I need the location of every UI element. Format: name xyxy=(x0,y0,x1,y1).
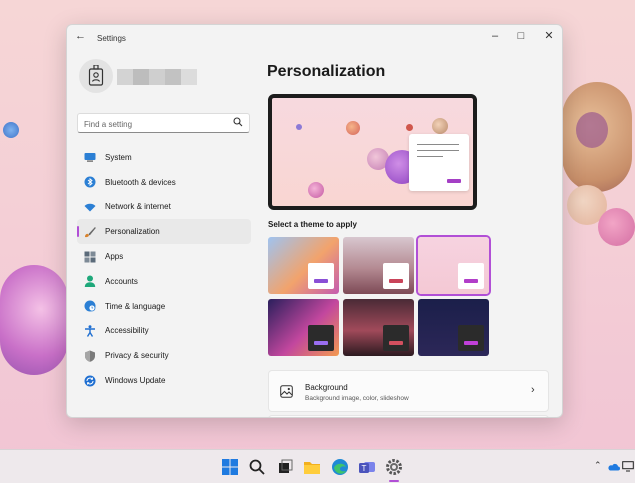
bluetooth-icon xyxy=(84,176,96,188)
sidebar-item-apps[interactable]: Apps xyxy=(77,244,251,269)
preview-window-sample xyxy=(409,134,469,191)
theme-button-sample xyxy=(314,279,328,283)
preview-planet xyxy=(296,124,302,130)
theme-button-sample xyxy=(389,341,403,345)
preview-line xyxy=(417,144,459,145)
theme-card-sample xyxy=(458,325,484,351)
settings-window: ← Settings – □ ✕ System Bluetooth & devi… xyxy=(66,24,563,418)
background-setting-title: Background xyxy=(305,383,348,392)
sidebar-nav: System Bluetooth & devices Network & int… xyxy=(77,145,251,393)
theme-tile[interactable] xyxy=(418,237,489,294)
sidebar-item-label: Accounts xyxy=(105,276,138,286)
active-app-indicator xyxy=(389,480,399,482)
background-setting-subtitle: Background image, color, slideshow xyxy=(305,395,409,402)
sidebar-item-label: Privacy & security xyxy=(105,351,169,361)
preview-planet xyxy=(406,124,413,131)
sidebar-item-privacy[interactable]: Privacy & security xyxy=(77,343,251,368)
sidebar-item-time-language[interactable]: Time & language xyxy=(77,294,251,319)
search-icon[interactable] xyxy=(248,458,266,476)
minimize-button[interactable]: – xyxy=(487,29,503,43)
person-icon xyxy=(84,275,96,288)
image-icon xyxy=(280,385,293,398)
preview-planet xyxy=(308,182,324,198)
theme-button-sample xyxy=(464,341,478,345)
teams-icon[interactable]: T xyxy=(358,458,376,476)
search-input[interactable] xyxy=(78,115,223,134)
system-monitor-icon xyxy=(84,153,96,163)
theme-tile[interactable] xyxy=(268,299,339,356)
monitor-icon[interactable] xyxy=(622,461,634,472)
task-view-icon[interactable] xyxy=(276,458,294,476)
edge-browser-icon[interactable] xyxy=(331,458,349,476)
back-arrow-icon[interactable]: ← xyxy=(75,30,89,44)
apps-grid-icon xyxy=(84,251,96,263)
username-redacted xyxy=(117,69,197,85)
theme-card-sample xyxy=(308,325,334,351)
onedrive-cloud-icon[interactable] xyxy=(607,463,620,471)
search-icon[interactable] xyxy=(233,117,243,127)
app-title: Settings xyxy=(97,34,126,43)
taskbar: T ⌃ xyxy=(0,449,635,483)
theme-card-sample xyxy=(383,263,409,289)
wifi-icon xyxy=(84,203,96,212)
theme-button-sample xyxy=(389,279,403,283)
shield-icon xyxy=(85,350,95,362)
chevron-up-icon[interactable]: ⌃ xyxy=(594,460,602,471)
page-title: Personalization xyxy=(267,63,386,80)
sidebar-item-label: Personalization xyxy=(105,227,160,237)
id-badge-icon xyxy=(88,65,104,86)
background-setting-row[interactable]: Background Background image, color, slid… xyxy=(268,370,549,412)
theme-button-sample xyxy=(314,341,328,345)
file-explorer-icon[interactable] xyxy=(303,458,321,476)
settings-gear-icon[interactable] xyxy=(385,458,403,476)
sidebar-item-label: Time & language xyxy=(105,301,166,311)
theme-card-sample xyxy=(383,325,409,351)
sidebar-item-label: Windows Update xyxy=(105,376,166,386)
svg-text:T: T xyxy=(362,464,367,473)
wallpaper-cookie-planet xyxy=(562,82,632,192)
sidebar-item-accessibility[interactable]: Accessibility xyxy=(77,319,251,344)
update-arrows-icon xyxy=(84,375,96,387)
title-bar[interactable]: ← Settings – □ ✕ xyxy=(67,25,562,47)
sidebar-item-label: Bluetooth & devices xyxy=(105,177,176,187)
sidebar-item-system[interactable]: System xyxy=(77,145,251,170)
theme-tile[interactable] xyxy=(418,299,489,356)
theme-tile[interactable] xyxy=(343,299,414,356)
preview-planet xyxy=(432,118,448,134)
theme-section-heading: Select a theme to apply xyxy=(268,220,357,229)
sidebar-item-label: Network & internet xyxy=(105,202,171,212)
paintbrush-icon xyxy=(85,226,96,237)
preview-line xyxy=(417,150,459,151)
sidebar-item-personalization[interactable]: Personalization xyxy=(77,219,251,245)
sidebar-item-network[interactable]: Network & internet xyxy=(77,195,251,220)
maximize-button[interactable]: □ xyxy=(513,29,529,43)
preview-line xyxy=(417,156,443,157)
windows-start-icon[interactable] xyxy=(221,458,239,476)
sidebar-item-accounts[interactable]: Accounts xyxy=(77,269,251,294)
sidebar-item-label: Apps xyxy=(105,252,124,262)
wallpaper-purple-planet xyxy=(0,265,68,375)
chevron-right-icon: › xyxy=(531,384,535,396)
sidebar-item-bluetooth[interactable]: Bluetooth & devices xyxy=(77,170,251,195)
sidebar-item-label: Accessibility xyxy=(105,326,149,336)
sidebar-item-label: System xyxy=(105,152,132,162)
avatar[interactable] xyxy=(79,59,113,93)
sidebar-item-windows-update[interactable]: Windows Update xyxy=(77,368,251,393)
globe-clock-icon xyxy=(84,300,96,312)
search-field[interactable] xyxy=(77,113,250,134)
preview-planet xyxy=(346,121,360,135)
close-button[interactable]: ✕ xyxy=(541,29,557,43)
theme-card-sample xyxy=(458,263,484,289)
theme-tile[interactable] xyxy=(268,237,339,294)
theme-preview xyxy=(268,94,477,210)
wallpaper-blue-orb xyxy=(3,122,19,138)
wallpaper-pink-planet xyxy=(598,208,635,246)
next-setting-row[interactable] xyxy=(268,415,549,417)
accessibility-icon xyxy=(85,325,95,337)
theme-grid xyxy=(268,237,490,358)
theme-card-sample xyxy=(308,263,334,289)
theme-tile[interactable] xyxy=(343,237,414,294)
preview-button-sample xyxy=(447,179,461,183)
theme-button-sample xyxy=(464,279,478,283)
